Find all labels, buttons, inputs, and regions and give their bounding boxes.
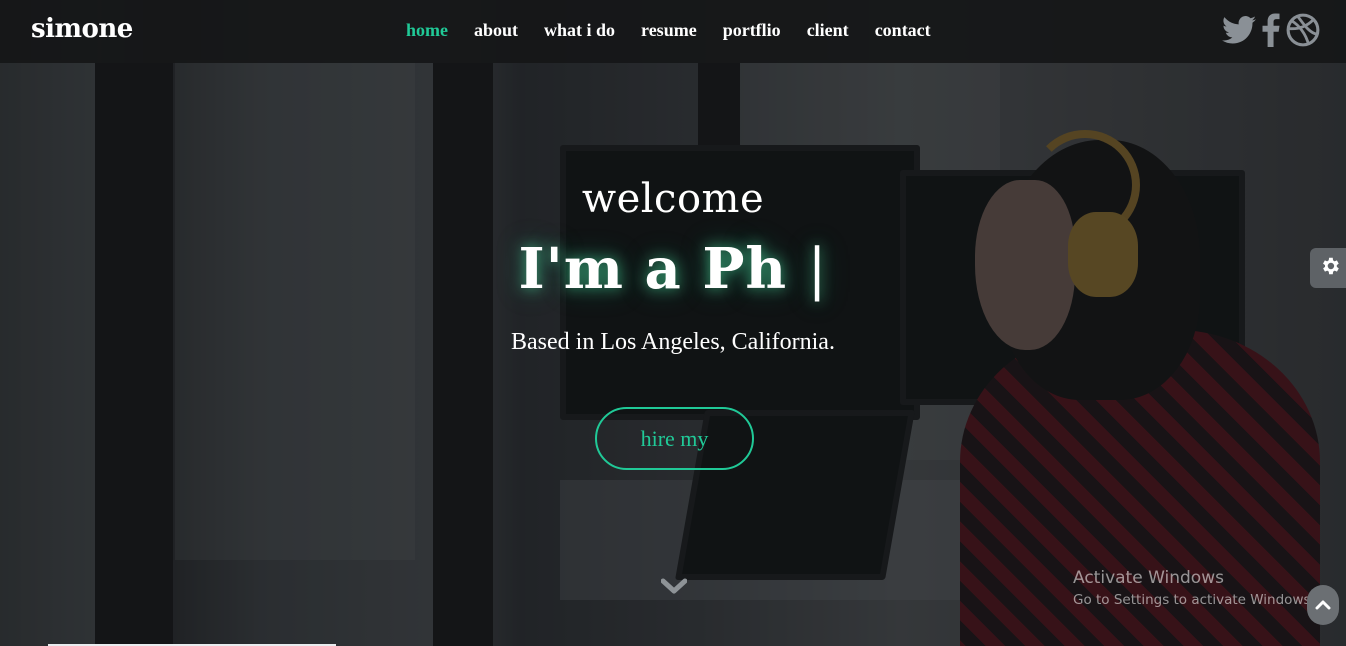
gear-icon: [1319, 255, 1341, 281]
social-links: [1216, 13, 1320, 51]
nav-about[interactable]: about: [474, 20, 518, 41]
typed-text: I'm a Ph: [518, 236, 788, 302]
typed-cursor: |: [807, 237, 828, 302]
site-header: simone home about what i do resume portf…: [0, 0, 1346, 63]
site-logo[interactable]: simone: [31, 14, 133, 44]
nav-contact[interactable]: contact: [875, 20, 931, 41]
hero-location: Based in Los Angeles, California.: [511, 329, 835, 355]
twitter-icon[interactable]: [1222, 15, 1256, 49]
hero-typed-title: I'm a Ph |: [0, 236, 1346, 302]
nav-client[interactable]: client: [807, 20, 849, 41]
nav-portfolio[interactable]: portflio: [723, 20, 781, 41]
hire-me-button[interactable]: hire my: [595, 407, 754, 470]
hero-section: welcome I'm a Ph | Based in Los Angeles,…: [0, 0, 1346, 646]
chevron-down-icon[interactable]: [660, 578, 688, 598]
facebook-icon[interactable]: [1262, 13, 1280, 51]
nav-what-i-do[interactable]: what i do: [544, 20, 615, 41]
hero-welcome: welcome: [581, 176, 765, 222]
back-to-top-button[interactable]: [1307, 585, 1339, 625]
dribbble-icon[interactable]: [1286, 13, 1320, 51]
main-nav: home about what i do resume portflio cli…: [406, 20, 957, 41]
nav-home[interactable]: home: [406, 20, 448, 41]
nav-resume[interactable]: resume: [641, 20, 697, 41]
windows-activation-watermark: Activate Windows Go to Settings to activ…: [1073, 568, 1315, 608]
watermark-subtitle: Go to Settings to activate Windows.: [1073, 592, 1315, 608]
watermark-title: Activate Windows: [1073, 568, 1224, 588]
settings-toggle-button[interactable]: [1310, 248, 1346, 288]
chevron-up-icon: [1315, 596, 1331, 615]
